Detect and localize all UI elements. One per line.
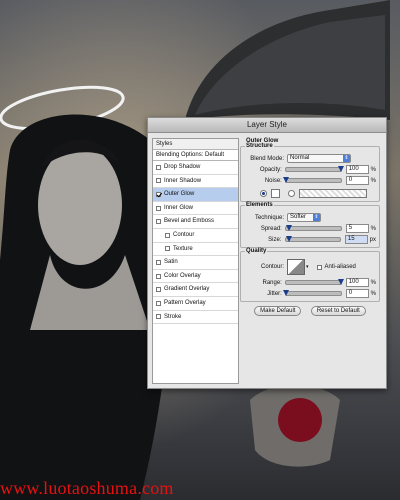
jitter-input[interactable]: 0 xyxy=(345,289,369,298)
style-checkbox[interactable] xyxy=(156,300,161,306)
style-checkbox[interactable] xyxy=(156,164,161,170)
spread-unit: % xyxy=(370,225,376,232)
anti-aliased-label: Anti-aliased xyxy=(324,264,356,270)
elements-group: Elements Technique: Softer ⇕ Spread: 5 %… xyxy=(240,202,380,248)
style-item[interactable]: Inner Shadow xyxy=(153,175,238,189)
slider-thumb[interactable] xyxy=(285,224,292,231)
range-slider[interactable] xyxy=(284,278,344,285)
slider-thumb[interactable] xyxy=(337,165,344,172)
quality-title: Quality xyxy=(245,248,268,254)
jitter-label: Jitter: xyxy=(267,290,282,297)
style-checkbox[interactable] xyxy=(156,273,161,279)
dialog-title: Layer Style xyxy=(148,118,386,133)
size-label: Size: xyxy=(268,236,282,243)
style-checkbox[interactable] xyxy=(165,232,170,238)
style-item-label: Stroke xyxy=(164,313,182,320)
size-input[interactable]: 15 xyxy=(344,235,368,244)
size-unit: px xyxy=(369,236,376,243)
opacity-unit: % xyxy=(370,166,376,173)
spread-slider[interactable] xyxy=(284,224,342,231)
style-item[interactable]: Contour xyxy=(153,229,238,243)
noise-slider[interactable] xyxy=(282,176,342,183)
gradient-picker[interactable] xyxy=(299,189,367,198)
noise-input[interactable]: 0 xyxy=(345,176,369,185)
quality-group: Quality Contour: ▾ Anti-aliased Range: 1… xyxy=(240,248,380,302)
styles-header[interactable]: Styles xyxy=(153,139,238,150)
style-item-label: Drop Shadow xyxy=(164,164,201,170)
range-input[interactable]: 100 xyxy=(345,278,369,287)
slider-thumb[interactable] xyxy=(282,289,289,296)
contour-label: Contour: xyxy=(260,264,284,270)
style-checkbox[interactable] xyxy=(156,219,161,225)
slider-thumb[interactable] xyxy=(282,176,289,183)
style-item-label: Inner Shadow xyxy=(164,177,202,184)
make-default-button[interactable]: Make Default xyxy=(254,306,302,316)
style-checkbox[interactable] xyxy=(165,246,170,252)
noise-unit: % xyxy=(370,177,376,184)
style-item-label: Gradient Overlay xyxy=(164,286,210,293)
technique-value: Softer xyxy=(290,214,307,220)
gradient-radio[interactable] xyxy=(288,190,295,197)
slider-thumb[interactable] xyxy=(337,278,344,285)
jitter-unit: % xyxy=(370,290,376,297)
spread-label: Spread: xyxy=(260,225,282,232)
elements-title: Elements xyxy=(245,202,274,208)
blend-mode-select[interactable]: Normal ⇕ xyxy=(287,154,351,163)
styles-list-panel: Styles Blending Options: Default Drop Sh… xyxy=(152,138,239,384)
opacity-slider[interactable] xyxy=(284,165,344,172)
style-item[interactable]: Inner Glow xyxy=(153,202,238,216)
structure-title: Structure xyxy=(245,143,274,149)
chevron-updown-icon: ⇕ xyxy=(343,155,350,162)
style-item[interactable]: Color Overlay xyxy=(153,270,238,284)
style-item-label: Texture xyxy=(173,245,193,252)
jitter-slider[interactable] xyxy=(282,289,342,296)
style-item-label: Color Overlay xyxy=(164,272,201,279)
style-item[interactable]: Drop Shadow xyxy=(153,161,238,175)
noise-label: Noise: xyxy=(264,177,282,184)
style-item-label: Inner Glow xyxy=(164,204,194,211)
style-checkbox[interactable] xyxy=(156,191,161,197)
style-checkbox[interactable] xyxy=(156,259,161,265)
opacity-input[interactable]: 100 xyxy=(345,165,369,174)
style-item[interactable]: Gradient Overlay xyxy=(153,283,238,297)
spread-input[interactable]: 5 xyxy=(345,224,369,233)
color-radio[interactable] xyxy=(260,190,267,197)
button-row: Make Default Reset to Default xyxy=(240,306,380,316)
reset-default-button[interactable]: Reset to Default xyxy=(310,306,366,316)
layer-style-dialog: Layer Style Styles Blending Options: Def… xyxy=(147,117,387,389)
style-item-label: Pattern Overlay xyxy=(164,299,206,306)
range-label: Range: xyxy=(262,279,282,286)
slider-thumb[interactable] xyxy=(285,235,292,242)
range-unit: % xyxy=(370,279,376,286)
technique-label: Technique: xyxy=(254,214,284,221)
structure-group: Structure Blend Mode: Normal ⇕ Opacity: … xyxy=(240,143,380,202)
style-item[interactable]: Stroke xyxy=(153,311,238,325)
outer-glow-panel: Outer Glow Structure Blend Mode: Normal … xyxy=(240,136,380,316)
style-item[interactable]: Bevel and Emboss xyxy=(153,215,238,229)
style-item-label: Contour xyxy=(173,231,195,238)
technique-select[interactable]: Softer ⇕ xyxy=(287,213,321,222)
style-item-label: Outer Glow xyxy=(164,191,195,198)
size-slider[interactable] xyxy=(284,235,341,242)
opacity-label: Opacity: xyxy=(259,166,282,173)
chevron-updown-icon: ⇕ xyxy=(313,214,320,221)
watermark: www.luotaoshuma.com xyxy=(0,478,174,498)
style-checkbox[interactable] xyxy=(156,178,161,184)
style-item-label: Satin xyxy=(164,259,178,266)
anti-aliased-checkbox[interactable] xyxy=(316,264,322,270)
color-swatch[interactable] xyxy=(271,189,280,198)
contour-picker[interactable] xyxy=(287,259,305,275)
blend-mode-value: Normal xyxy=(290,155,310,161)
style-item[interactable]: Texture xyxy=(153,243,238,257)
style-item-label: Bevel and Emboss xyxy=(164,218,215,225)
style-checkbox[interactable] xyxy=(156,205,161,211)
style-item[interactable]: Pattern Overlay xyxy=(153,297,238,311)
blend-mode-label: Blend Mode: xyxy=(250,155,284,162)
blending-options-item[interactable]: Blending Options: Default xyxy=(153,150,238,161)
chevron-down-icon[interactable]: ▾ xyxy=(306,264,309,270)
style-checkbox[interactable] xyxy=(156,287,161,293)
style-item[interactable]: Outer Glow xyxy=(153,188,238,202)
style-item[interactable]: Satin xyxy=(153,256,238,270)
style-checkbox[interactable] xyxy=(156,314,161,320)
